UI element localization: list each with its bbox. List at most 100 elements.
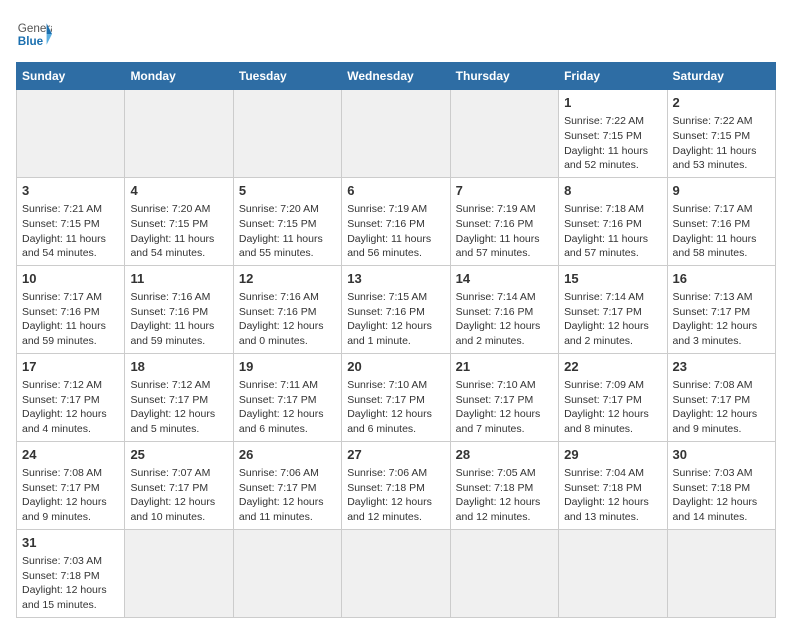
calendar-cell: 23 Sunrise: 7:08 AMSunset: 7:17 PMDayligh…: [667, 353, 775, 441]
day-number: 16: [673, 270, 770, 288]
day-number: 6: [347, 182, 444, 200]
day-number: 4: [130, 182, 227, 200]
day-number: 2: [673, 94, 770, 112]
logo-icon: General Blue: [16, 16, 52, 52]
day-info: Sunrise: 7:16 AMSunset: 7:16 PMDaylight:…: [239, 291, 324, 347]
day-info: Sunrise: 7:10 AMSunset: 7:17 PMDaylight:…: [456, 379, 541, 435]
calendar-cell: 19 Sunrise: 7:11 AMSunset: 7:17 PMDayligh…: [233, 353, 341, 441]
calendar-cell: 31 Sunrise: 7:03 AMSunset: 7:18 PMDayligh…: [17, 529, 125, 617]
day-info: Sunrise: 7:08 AMSunset: 7:17 PMDaylight:…: [22, 467, 107, 523]
day-number: 28: [456, 446, 553, 464]
calendar-cell: 3Sunrise: 7:21 AMSunset: 7:15 PMDaylight…: [17, 177, 125, 265]
calendar-cell: 16 Sunrise: 7:13 AMSunset: 7:17 PMDayligh…: [667, 265, 775, 353]
day-info: Sunrise: 7:18 AMSunset: 7:16 PMDaylight:…: [564, 203, 648, 259]
day-number: 25: [130, 446, 227, 464]
day-number: 21: [456, 358, 553, 376]
calendar-cell: 13 Sunrise: 7:15 AMSunset: 7:16 PMDayligh…: [342, 265, 450, 353]
day-number: 18: [130, 358, 227, 376]
day-info: Sunrise: 7:17 AMSunset: 7:16 PMDaylight:…: [22, 291, 106, 347]
calendar-cell: 18Sunrise: 7:12 AMSunset: 7:17 PMDayligh…: [125, 353, 233, 441]
calendar-cell: [450, 90, 558, 178]
calendar-cell: 22Sunrise: 7:09 AMSunset: 7:17 PMDayligh…: [559, 353, 667, 441]
day-info: Sunrise: 7:03 AMSunset: 7:18 PMDaylight:…: [22, 555, 107, 611]
day-info: Sunrise: 7:20 AMSunset: 7:15 PMDaylight:…: [130, 203, 214, 259]
calendar-cell: 20Sunrise: 7:10 AMSunset: 7:17 PMDayligh…: [342, 353, 450, 441]
day-number: 12: [239, 270, 336, 288]
day-info: Sunrise: 7:14 AMSunset: 7:16 PMDaylight:…: [456, 291, 541, 347]
day-of-week-header: Sunday: [17, 63, 125, 90]
day-info: Sunrise: 7:15 AMSunset: 7:16 PMDaylight:…: [347, 291, 432, 347]
day-number: 23: [673, 358, 770, 376]
calendar-cell: 17 Sunrise: 7:12 AMSunset: 7:17 PMDayligh…: [17, 353, 125, 441]
day-info: Sunrise: 7:19 AMSunset: 7:16 PMDaylight:…: [456, 203, 540, 259]
day-info: Sunrise: 7:17 AMSunset: 7:16 PMDaylight:…: [673, 203, 757, 259]
day-info: Sunrise: 7:07 AMSunset: 7:17 PMDaylight:…: [130, 467, 215, 523]
day-info: Sunrise: 7:19 AMSunset: 7:16 PMDaylight:…: [347, 203, 431, 259]
calendar-cell: [17, 90, 125, 178]
calendar-cell: 10 Sunrise: 7:17 AMSunset: 7:16 PMDayligh…: [17, 265, 125, 353]
day-info: Sunrise: 7:22 AMSunset: 7:15 PMDaylight:…: [673, 115, 757, 171]
day-number: 19: [239, 358, 336, 376]
day-of-week-header: Monday: [125, 63, 233, 90]
day-number: 1: [564, 94, 661, 112]
calendar-cell: 15 Sunrise: 7:14 AMSunset: 7:17 PMDayligh…: [559, 265, 667, 353]
calendar-cell: 26 Sunrise: 7:06 AMSunset: 7:17 PMDayligh…: [233, 441, 341, 529]
day-number: 31: [22, 534, 119, 552]
day-of-week-header: Tuesday: [233, 63, 341, 90]
calendar-cell: 12 Sunrise: 7:16 AMSunset: 7:16 PMDayligh…: [233, 265, 341, 353]
calendar-cell: 29 Sunrise: 7:04 AMSunset: 7:18 PMDayligh…: [559, 441, 667, 529]
calendar-cell: 4 Sunrise: 7:20 AMSunset: 7:15 PMDaylight…: [125, 177, 233, 265]
day-info: Sunrise: 7:16 AMSunset: 7:16 PMDaylight:…: [130, 291, 214, 347]
day-number: 27: [347, 446, 444, 464]
day-number: 10: [22, 270, 119, 288]
day-info: Sunrise: 7:12 AMSunset: 7:17 PMDaylight:…: [22, 379, 107, 435]
day-number: 30: [673, 446, 770, 464]
calendar-cell: 8 Sunrise: 7:18 AMSunset: 7:16 PMDaylight…: [559, 177, 667, 265]
day-info: Sunrise: 7:08 AMSunset: 7:17 PMDaylight:…: [673, 379, 758, 435]
calendar-table: SundayMondayTuesdayWednesdayThursdayFrid…: [16, 62, 776, 618]
day-of-week-header: Friday: [559, 63, 667, 90]
calendar-cell: 6 Sunrise: 7:19 AMSunset: 7:16 PMDaylight…: [342, 177, 450, 265]
day-number: 15: [564, 270, 661, 288]
day-info: Sunrise: 7:14 AMSunset: 7:17 PMDaylight:…: [564, 291, 649, 347]
day-info: Sunrise: 7:13 AMSunset: 7:17 PMDaylight:…: [673, 291, 758, 347]
calendar-cell: 25 Sunrise: 7:07 AMSunset: 7:17 PMDayligh…: [125, 441, 233, 529]
day-of-week-header: Thursday: [450, 63, 558, 90]
day-number: 8: [564, 182, 661, 200]
day-info: Sunrise: 7:20 AMSunset: 7:15 PMDaylight:…: [239, 203, 323, 259]
day-of-week-header: Saturday: [667, 63, 775, 90]
calendar-cell: 21 Sunrise: 7:10 AMSunset: 7:17 PMDayligh…: [450, 353, 558, 441]
calendar-cell: 24 Sunrise: 7:08 AMSunset: 7:17 PMDayligh…: [17, 441, 125, 529]
day-number: 14: [456, 270, 553, 288]
day-info: Sunrise: 7:03 AMSunset: 7:18 PMDaylight:…: [673, 467, 758, 523]
day-number: 20: [347, 358, 444, 376]
day-number: 26: [239, 446, 336, 464]
calendar-cell: 5 Sunrise: 7:20 AMSunset: 7:15 PMDaylight…: [233, 177, 341, 265]
day-number: 17: [22, 358, 119, 376]
calendar-cell: [342, 529, 450, 617]
day-info: Sunrise: 7:11 AMSunset: 7:17 PMDaylight:…: [239, 379, 324, 435]
calendar-cell: 11Sunrise: 7:16 AMSunset: 7:16 PMDayligh…: [125, 265, 233, 353]
calendar-cell: 1 Sunrise: 7:22 AMSunset: 7:15 PMDaylight…: [559, 90, 667, 178]
logo: General Blue: [16, 16, 52, 52]
day-info: Sunrise: 7:06 AMSunset: 7:18 PMDaylight:…: [347, 467, 432, 523]
day-info: Sunrise: 7:22 AMSunset: 7:15 PMDaylight:…: [564, 115, 648, 171]
calendar-cell: [233, 90, 341, 178]
day-number: 24: [22, 446, 119, 464]
calendar-cell: 28 Sunrise: 7:05 AMSunset: 7:18 PMDayligh…: [450, 441, 558, 529]
calendar-cell: [342, 90, 450, 178]
svg-text:Blue: Blue: [18, 35, 44, 48]
day-number: 9: [673, 182, 770, 200]
day-info: Sunrise: 7:04 AMSunset: 7:18 PMDaylight:…: [564, 467, 649, 523]
day-number: 5: [239, 182, 336, 200]
calendar-cell: [233, 529, 341, 617]
calendar-cell: 14 Sunrise: 7:14 AMSunset: 7:16 PMDayligh…: [450, 265, 558, 353]
calendar-cell: [125, 90, 233, 178]
day-of-week-header: Wednesday: [342, 63, 450, 90]
day-info: Sunrise: 7:05 AMSunset: 7:18 PMDaylight:…: [456, 467, 541, 523]
day-number: 22: [564, 358, 661, 376]
day-info: Sunrise: 7:06 AMSunset: 7:17 PMDaylight:…: [239, 467, 324, 523]
day-number: 13: [347, 270, 444, 288]
day-number: 29: [564, 446, 661, 464]
calendar-cell: [125, 529, 233, 617]
